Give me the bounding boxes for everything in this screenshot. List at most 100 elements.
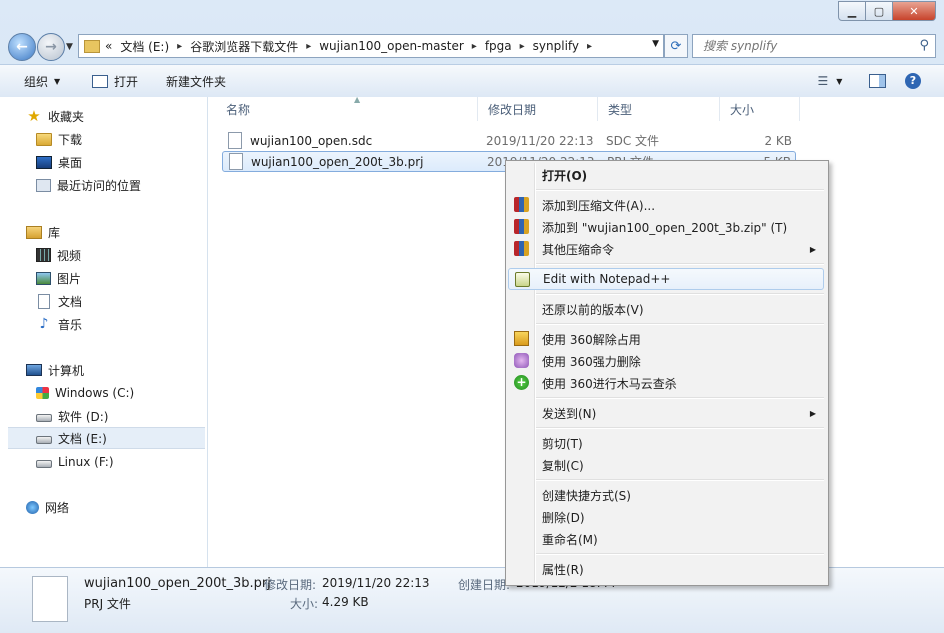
address-bar[interactable]: « 文档 (E:) ▸ 谷歌浏览器下载文件 ▸ wujian100_open-mas… (78, 34, 664, 58)
file-thumbnail-icon (32, 576, 68, 622)
sidebar-item-music[interactable]: ♪ 音乐 (36, 313, 206, 335)
sidebar-item-downloads[interactable]: 下载 (36, 128, 206, 150)
recent-pages-dropdown[interactable]: ▼ (66, 42, 73, 52)
menu-separator (536, 189, 824, 191)
breadcrumb-segment[interactable]: synplify ▸ (533, 39, 600, 53)
details-size-label: 大小: (290, 597, 319, 611)
menu-item-delete[interactable]: 删除(D) (508, 506, 824, 528)
menu-item-open[interactable]: 打开(O) (508, 164, 824, 186)
file-row[interactable]: wujian100_open.sdc 2019/11/20 22:13 SDC … (222, 130, 796, 151)
sidebar-item-videos[interactable]: 视频 (36, 244, 206, 266)
sidebar-item-drive-e[interactable]: 文档 (E:) (8, 427, 205, 449)
drive-icon (36, 414, 52, 422)
star-icon: ★ (27, 107, 41, 125)
folder-icon (84, 39, 100, 53)
network-globe-icon (26, 500, 39, 514)
sidebar-item-desktop[interactable]: 桌面 (36, 151, 206, 173)
music-note-icon: ♪ (39, 316, 49, 332)
menu-item-send-to[interactable]: 发送到(N) ▶ (508, 402, 824, 424)
refresh-button[interactable]: ⟳ (664, 34, 688, 58)
document-icon (38, 293, 50, 309)
details-filetype: PRJ 文件 (84, 597, 131, 611)
menu-separator (536, 397, 824, 399)
breadcrumb-segment[interactable]: fpga ▸ (485, 39, 533, 53)
sidebar-item-recent-places[interactable]: 最近访问的位置 (36, 174, 206, 196)
file-icon (228, 132, 242, 149)
forward-button[interactable]: → (37, 33, 65, 61)
menu-item-create-shortcut[interactable]: 创建快捷方式(S) (508, 484, 824, 506)
breadcrumb-arrow-icon[interactable]: ▸ (177, 41, 182, 52)
search-input[interactable] (701, 38, 915, 54)
sidebar-item-documents[interactable]: 文档 (36, 290, 206, 312)
menu-item-copy[interactable]: 复制(C) (508, 454, 824, 476)
explorer-window: ▁ ▢ ✕ ← → ▼ « 文档 (E:) ▸ 谷歌浏览器下载文件 ▸ wujian… (0, 0, 944, 633)
menu-item-rename[interactable]: 重命名(M) (508, 528, 824, 550)
menu-item-other-archive[interactable]: 其他压缩命令 ▶ (508, 238, 824, 260)
back-button[interactable]: ← (8, 33, 36, 61)
notepad-plus-plus-icon (515, 272, 530, 287)
chevron-down-icon: ▼ (54, 77, 61, 86)
command-bar: 组织 ▼ 打开 新建文件夹 ☰ ▼ ? (0, 64, 944, 98)
computer-icon (26, 364, 42, 376)
column-header-modified[interactable]: 修改日期 (478, 97, 598, 121)
close-button[interactable]: ✕ (893, 1, 936, 21)
shredder-icon (514, 353, 529, 368)
address-overflow[interactable]: « (105, 39, 112, 53)
search-box[interactable]: ⚲ (692, 34, 936, 58)
sidebar-libraries[interactable]: 库 (26, 221, 206, 243)
menu-separator (536, 263, 824, 265)
breadcrumb-arrow-icon[interactable]: ▸ (587, 41, 592, 52)
new-folder-button[interactable]: 新建文件夹 (166, 73, 226, 90)
drive-icon (36, 460, 52, 468)
menu-separator (536, 427, 824, 429)
address-dropdown-icon[interactable]: ▼ (652, 39, 659, 49)
search-icon[interactable]: ⚲ (919, 38, 929, 53)
sidebar-favorites[interactable]: ★ 收藏夹 (26, 105, 206, 127)
sidebar-network[interactable]: 网络 (26, 496, 206, 518)
forward-arrow-icon: → (45, 39, 57, 55)
menu-item-add-zip[interactable]: 添加到 "wujian100_open_200t_3b.zip" (T) (508, 216, 824, 238)
breadcrumb-arrow-icon[interactable]: ▸ (306, 41, 311, 52)
preview-pane-button[interactable] (866, 71, 888, 91)
sidebar-computer[interactable]: 计算机 (26, 359, 206, 381)
maximize-button[interactable]: ▢ (866, 1, 893, 21)
help-button[interactable]: ? (902, 71, 924, 91)
unlock-icon (514, 331, 529, 346)
menu-item-add-archive[interactable]: 添加到压缩文件(A)... (508, 194, 824, 216)
open-button[interactable]: 打开 (92, 73, 138, 90)
organize-button[interactable]: 组织 ▼ (24, 73, 60, 90)
minimize-button[interactable]: ▁ (838, 1, 866, 21)
menu-item-notepad-plus-plus[interactable]: Edit with Notepad++ (508, 268, 824, 290)
column-header-name[interactable]: 名称 ▲ (216, 95, 478, 121)
breadcrumb-segment[interactable]: 谷歌浏览器下载文件 ▸ (190, 38, 319, 55)
sidebar-item-drive-d[interactable]: 软件 (D:) (36, 405, 206, 427)
menu-item-360-unlock[interactable]: 使用 360解除占用 (508, 328, 824, 350)
downloads-folder-icon (36, 132, 52, 146)
details-size-value: 4.29 KB (322, 595, 369, 609)
sort-ascending-icon: ▲ (354, 95, 361, 104)
back-arrow-icon: ← (16, 39, 28, 55)
menu-item-360-scan[interactable]: + 使用 360进行木马云查杀 (508, 372, 824, 394)
view-options-button[interactable]: ☰ ▼ (812, 71, 848, 91)
menu-item-cut[interactable]: 剪切(T) (508, 432, 824, 454)
open-window-icon (92, 75, 108, 88)
column-header-size[interactable]: 大小 (720, 97, 800, 121)
file-icon (229, 153, 243, 170)
breadcrumb-arrow-icon[interactable]: ▸ (520, 41, 525, 52)
submenu-arrow-icon: ▶ (809, 244, 816, 254)
menu-item-360-force-delete[interactable]: 使用 360强力删除 (508, 350, 824, 372)
winrar-icon (514, 197, 529, 212)
menu-item-restore-versions[interactable]: 还原以前的版本(V) (508, 298, 824, 320)
sidebar-item-pictures[interactable]: 图片 (36, 267, 206, 289)
sidebar-item-drive-f[interactable]: Linux (F:) (36, 451, 206, 473)
preview-pane-icon (868, 74, 886, 88)
submenu-arrow-icon: ▶ (809, 408, 816, 418)
column-header-type[interactable]: 类型 (598, 97, 720, 121)
menu-item-properties[interactable]: 属性(R) (508, 558, 824, 580)
video-icon (36, 248, 51, 262)
breadcrumb-arrow-icon[interactable]: ▸ (472, 41, 477, 52)
context-menu: 打开(O) 添加到压缩文件(A)... 添加到 "wujian100_open_… (505, 160, 829, 586)
breadcrumb-segment[interactable]: 文档 (E:) ▸ (120, 38, 190, 55)
breadcrumb-segment[interactable]: wujian100_open-master ▸ (319, 39, 485, 53)
sidebar-item-drive-c[interactable]: Windows (C:) (36, 382, 206, 404)
